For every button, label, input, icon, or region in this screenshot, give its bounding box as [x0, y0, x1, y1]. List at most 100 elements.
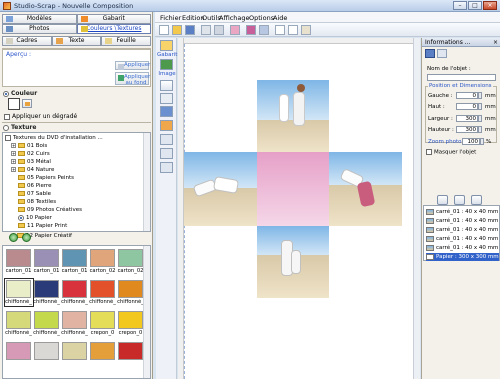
print-icon[interactable] — [214, 25, 224, 35]
texture-tile[interactable] — [34, 280, 59, 298]
apply-background-button[interactable]: Appliquer au fond — [115, 72, 150, 86]
menu-outils[interactable]: Outils — [202, 14, 221, 22]
zoom-spinner[interactable] — [480, 138, 484, 145]
tree-item[interactable]: 08 Textiles — [18, 198, 56, 206]
tree-item-selected[interactable]: 10 Papier — [18, 214, 52, 222]
close-panel-icon[interactable]: × — [493, 38, 498, 47]
shape-tool-icon[interactable] — [160, 134, 173, 145]
tree-item[interactable]: +03 Métal — [11, 158, 51, 166]
object-type-icon[interactable] — [425, 49, 435, 58]
menu-aide[interactable]: Aide — [273, 14, 287, 22]
texture-tile[interactable] — [6, 342, 31, 360]
object-name-field[interactable] — [427, 74, 496, 81]
paper-background[interactable] — [257, 152, 329, 226]
texture-tile[interactable] — [118, 311, 143, 329]
frame-tool-icon[interactable] — [160, 120, 173, 131]
photo-bottom[interactable] — [257, 226, 329, 298]
color-swatch[interactable] — [8, 98, 20, 110]
tree-item[interactable]: 11 Papier Print — [18, 222, 67, 230]
tab-photos[interactable]: Photos — [2, 24, 77, 34]
tree-item[interactable]: +01 Bois — [11, 142, 47, 150]
photo-right[interactable] — [329, 152, 402, 226]
tab-texte[interactable]: Texte — [51, 36, 102, 46]
texture-tile[interactable] — [90, 280, 115, 298]
zoom-field[interactable]: 100 — [462, 138, 480, 145]
color-radio[interactable]: Couleur — [3, 90, 37, 97]
move-tool-icon[interactable] — [160, 80, 173, 91]
canvas-scrollbar[interactable] — [413, 38, 420, 379]
texture-tile[interactable] — [90, 249, 115, 267]
texture-tile[interactable] — [6, 311, 31, 329]
tab-modeles[interactable]: Modèles — [2, 14, 77, 24]
tab-feuille[interactable]: Feuille — [101, 36, 152, 46]
minimize-button[interactable]: – — [453, 1, 467, 10]
texture-radio[interactable]: Texture — [3, 124, 36, 131]
tree-item[interactable]: 07 Sable — [18, 190, 51, 198]
width-field[interactable]: 300 — [456, 115, 478, 122]
texture-tile[interactable] — [34, 249, 59, 267]
zoom-in-icon[interactable] — [9, 233, 18, 242]
maximize-button[interactable]: □ — [468, 1, 482, 10]
top-field[interactable]: 0 — [456, 103, 478, 110]
layer-down-icon[interactable] — [454, 195, 465, 205]
hide-object-checkbox[interactable]: Masquer l'objet — [426, 149, 476, 156]
texture-tile[interactable] — [34, 342, 59, 360]
width-spinner[interactable] — [478, 115, 482, 122]
left-field[interactable]: 0 — [456, 92, 478, 99]
open-folder-icon[interactable] — [172, 25, 182, 35]
tree-item[interactable]: 05 Papiers Peints — [18, 174, 74, 182]
texture-tile[interactable] — [90, 342, 115, 360]
close-button[interactable]: × — [483, 1, 497, 10]
gradient-checkbox[interactable]: Appliquer un dégradé — [4, 113, 77, 120]
texture-tile[interactable] — [62, 249, 87, 267]
export-icon[interactable] — [230, 25, 240, 35]
photo-top[interactable] — [257, 80, 329, 152]
text-tool-icon[interactable] — [160, 106, 173, 117]
tree-item[interactable]: +02 Cuirs — [11, 150, 50, 158]
redo-icon[interactable] — [259, 25, 269, 35]
object-row-selected[interactable]: Papier : 300 x 300 mm — [426, 253, 499, 261]
zoom-tool-icon[interactable] — [160, 162, 173, 173]
color-picker-button[interactable] — [22, 99, 32, 108]
copy-icon[interactable] — [288, 25, 298, 35]
tab-couleurs-textures[interactable]: Couleurs \Textures — [76, 24, 151, 34]
object-row[interactable]: carré_01 : 40 x 40 mm — [426, 226, 499, 234]
height-field[interactable]: 300 — [456, 126, 478, 133]
object-view-icon[interactable] — [437, 49, 447, 58]
object-list[interactable]: carré_01 : 40 x 40 mm carré_01 : 40 x 40… — [423, 205, 500, 261]
delete-object-icon[interactable] — [471, 195, 482, 205]
texture-tile[interactable] — [90, 311, 115, 329]
tree-item[interactable]: +04 Nature — [11, 166, 54, 174]
object-row[interactable]: carré_01 : 40 x 40 mm — [426, 235, 499, 243]
save-icon[interactable] — [185, 25, 195, 35]
texture-grid[interactable]: carton_01 carton_01 carton_01 carton_02 cart… — [2, 245, 151, 379]
texture-grid-scrollbar[interactable] — [143, 246, 150, 378]
new-file-icon[interactable] — [159, 25, 169, 35]
zoom-out-icon[interactable] — [22, 233, 31, 242]
menu-affichage[interactable]: Affichage — [219, 14, 250, 22]
crop-tool-icon[interactable] — [160, 93, 173, 104]
apply-button[interactable]: Appliquer — [115, 61, 150, 70]
image-tool-icon[interactable] — [160, 59, 173, 70]
object-row[interactable]: carré_01 : 40 x 40 mm — [426, 217, 499, 225]
paste-icon[interactable] — [301, 25, 311, 35]
texture-folder-tree[interactable]: Textures du DVD d'installation ... +01 B… — [2, 132, 151, 232]
texture-tile[interactable] — [62, 280, 87, 298]
tab-gabarit[interactable]: Gabarit — [76, 14, 151, 24]
cut-icon[interactable] — [275, 25, 285, 35]
texture-tile[interactable] — [62, 342, 87, 360]
tree-scrollbar[interactable] — [143, 133, 150, 231]
tree-item[interactable]: 09 Photos Créatives — [18, 206, 82, 214]
left-spinner[interactable] — [478, 92, 482, 99]
tab-cadres[interactable]: Cadres — [2, 36, 52, 46]
print-preview-icon[interactable] — [201, 25, 211, 35]
menu-fichier[interactable]: Fichier — [160, 14, 181, 22]
height-spinner[interactable] — [478, 126, 482, 133]
texture-tile[interactable] — [62, 311, 87, 329]
menu-options[interactable]: Options — [249, 14, 274, 22]
tree-root[interactable]: Textures du DVD d'installation ... — [5, 134, 103, 142]
texture-tile[interactable] — [6, 249, 31, 267]
layer-tool-icon[interactable] — [160, 148, 173, 159]
select-tool-icon[interactable] — [160, 40, 173, 51]
object-row[interactable]: carré_01 : 40 x 40 mm — [426, 208, 499, 216]
